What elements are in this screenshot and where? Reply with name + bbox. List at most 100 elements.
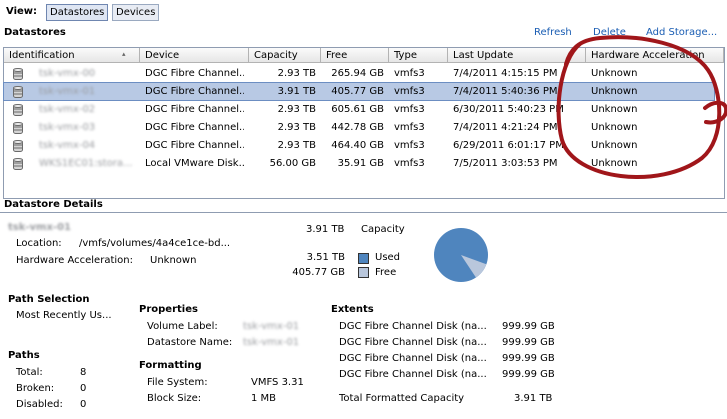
details-datastore-name: tsk-vmx-01 (8, 222, 71, 233)
free-value: 405.77 GB (292, 267, 345, 278)
cell-free: 405.77 GB (331, 86, 384, 97)
path-selection-title: Path Selection (8, 294, 90, 305)
datastores-title: Datastores (4, 27, 66, 38)
cell-identification: WKS1EC01:stora... (39, 158, 133, 169)
cell-free: 464.40 GB (331, 140, 384, 151)
cell-type: vmfs3 (394, 86, 425, 97)
cell-last-update: 7/4/2011 5:40:36 PM (453, 86, 558, 97)
view-datastores-button[interactable]: Datastores (46, 4, 109, 21)
view-devices-button[interactable]: Devices (112, 4, 160, 21)
column-header-last-update[interactable]: Last Update (448, 48, 586, 63)
block-size-label: Block Size: (147, 393, 202, 404)
extent-size: 999.99 GB (502, 337, 555, 348)
cell-hw-accel: Unknown (591, 104, 638, 115)
cell-device: DGC Fibre Channel... (145, 140, 244, 151)
cell-capacity: 3.91 TB (277, 86, 316, 97)
cell-last-update: 7/4/2011 4:15:15 PM (453, 68, 558, 79)
table-row[interactable]: tsk-vmx-03 DGC Fibre Channel... 2.93 TB 442… (4, 119, 714, 136)
column-header-device[interactable]: Device (140, 48, 249, 63)
table-row[interactable]: tsk-vmx-01 DGC Fibre Channel... 3.91 TB 405… (3, 82, 715, 101)
path-selection-value: Most Recently Us... (16, 310, 112, 321)
column-header-identification[interactable]: Identification (4, 48, 140, 63)
datastore-icon (13, 140, 23, 152)
extent-name: DGC Fibre Channel Disk (na... (339, 353, 487, 364)
volume-label-label: Volume Label: (147, 321, 218, 332)
used-value: 3.51 TB (306, 252, 345, 263)
volume-label-value: tsk-vmx-01 (243, 321, 300, 332)
datastores-table: Identification Device Capacity Free Type Last… (3, 47, 725, 199)
details-capacity-value: 3.91 TB (306, 224, 345, 235)
datastore-icon (13, 68, 23, 80)
delete-link[interactable]: Delete (593, 27, 626, 38)
extent-size: 999.99 GB (502, 321, 555, 332)
cell-identification: tsk-vmx-04 (39, 140, 96, 151)
view-label: View: (6, 6, 38, 17)
paths-stat-value: 0 (80, 383, 87, 394)
column-header-hw-accel[interactable]: Hardware Acceleration (586, 48, 724, 63)
cell-type: vmfs3 (394, 140, 425, 151)
datastore-name-value: tsk-vmx-01 (243, 337, 300, 348)
paths-stat-value: 0 (80, 399, 87, 410)
add-storage-link[interactable]: Add Storage... (646, 27, 717, 38)
formatting-title: Formatting (139, 360, 202, 371)
total-capacity-label: Total Formatted Capacity (339, 393, 465, 404)
datastore-icon (13, 86, 23, 98)
table-row[interactable]: tsk-vmx-04 DGC Fibre Channel... 2.93 TB 464… (4, 137, 714, 154)
table-row[interactable]: tsk-vmx-00 DGC Fibre Channel... 2.93 TB 265… (4, 65, 714, 82)
cell-last-update: 6/29/2011 6:01:17 PM (453, 140, 564, 151)
table-row[interactable]: WKS1EC01:stora... Local VMware Disk... 56.… (4, 155, 714, 172)
extent-name: DGC Fibre Channel Disk (na... (339, 321, 487, 332)
datastore-icon (13, 158, 23, 170)
block-size-value: 1 MB (251, 393, 277, 404)
cell-capacity: 2.93 TB (277, 104, 316, 115)
cell-free: 442.78 GB (331, 122, 384, 133)
cell-last-update: 6/30/2011 5:40:23 PM (453, 104, 564, 115)
cell-last-update: 7/4/2011 4:21:24 PM (453, 122, 558, 133)
table-row[interactable]: tsk-vmx-02 DGC Fibre Channel... 2.93 TB 605… (4, 101, 714, 118)
cell-device: DGC Fibre Channel... (145, 68, 244, 79)
cell-type: vmfs3 (394, 104, 425, 115)
cell-identification: tsk-vmx-00 (39, 68, 96, 79)
used-label: Used (375, 252, 401, 263)
cell-capacity: 2.93 TB (277, 122, 316, 133)
file-system-label: File System: (147, 377, 208, 388)
free-label: Free (375, 267, 397, 278)
cell-hw-accel: Unknown (591, 122, 638, 133)
cell-free: 265.94 GB (331, 68, 384, 79)
cell-device: DGC Fibre Channel... (145, 104, 244, 115)
file-system-value: VMFS 3.31 (251, 377, 304, 388)
cell-hw-accel: Unknown (591, 86, 638, 97)
column-header-capacity[interactable]: Capacity (249, 48, 321, 63)
cell-type: vmfs3 (394, 158, 425, 169)
refresh-link[interactable]: Refresh (534, 27, 572, 38)
cell-device: DGC Fibre Channel... (145, 86, 244, 97)
location-label: Location: (16, 238, 62, 249)
cell-identification: tsk-vmx-03 (39, 122, 96, 133)
details-divider (0, 212, 727, 213)
free-legend-swatch (358, 267, 369, 278)
cell-capacity: 2.93 TB (277, 68, 316, 79)
hw-accel-label: Hardware Acceleration: (16, 255, 133, 266)
cell-hw-accel: Unknown (591, 68, 638, 79)
column-header-free[interactable]: Free (321, 48, 389, 63)
extent-size: 999.99 GB (502, 369, 555, 380)
cell-type: vmfs3 (394, 68, 425, 79)
capacity-pie-chart (434, 228, 488, 282)
properties-title: Properties (139, 304, 198, 315)
extent-name: DGC Fibre Channel Disk (na... (339, 337, 487, 348)
paths-title: Paths (8, 350, 40, 361)
cell-device: DGC Fibre Channel... (145, 122, 244, 133)
paths-stat-label: Total: (16, 367, 43, 378)
location-value: /vmfs/volumes/4a4ce1ce-bd... (79, 238, 231, 249)
cell-type: vmfs3 (394, 122, 425, 133)
cell-hw-accel: Unknown (591, 140, 638, 151)
cell-free: 35.91 GB (337, 158, 384, 169)
cell-identification: tsk-vmx-01 (39, 86, 96, 97)
cell-device: Local VMware Disk... (145, 158, 244, 169)
cell-capacity: 56.00 GB (269, 158, 316, 169)
paths-stat-label: Disabled: (16, 399, 63, 410)
paths-stat-value: 8 (80, 367, 87, 378)
datastore-icon (13, 104, 23, 116)
extent-name: DGC Fibre Channel Disk (na... (339, 369, 487, 380)
column-header-type[interactable]: Type (389, 48, 448, 63)
